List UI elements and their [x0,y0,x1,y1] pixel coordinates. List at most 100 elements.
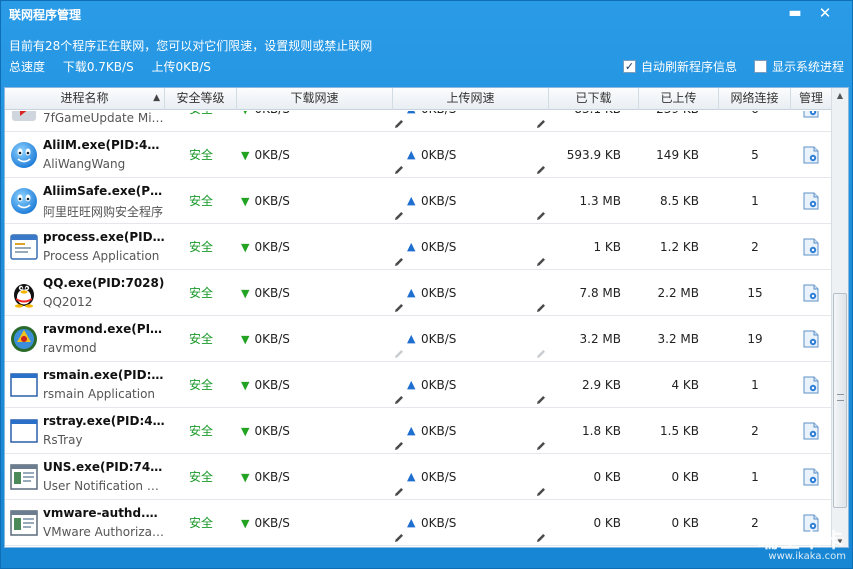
upload-arrow-icon: ▲ [407,469,416,483]
manage-settings-icon[interactable] [803,111,819,118]
edit-download-limit-pencil-icon[interactable] [393,333,405,358]
manage-settings-icon[interactable] [803,468,819,486]
download-arrow-icon: ▼ [241,516,250,530]
auto-refresh-checkbox[interactable]: ✓ 自动刷新程序信息 [623,58,737,75]
close-button[interactable]: ✕ [814,4,836,24]
process-description: 7fGameUpdate Mic... [43,111,165,125]
edit-upload-limit-pencil-icon[interactable] [535,241,547,266]
download-arrow-icon: ▼ [241,424,250,438]
show-system-checkbox[interactable]: 显示系统进程 [754,58,844,75]
minimize-icon: ▬ [788,5,802,21]
download-arrow-icon: ▼ [241,378,250,392]
game-icon [9,111,39,124]
connection-count: 5 [751,147,759,162]
process-name-cell: 7fGameUpdate Mic...7fGameUpdate Mic... [5,111,165,132]
manage-settings-icon[interactable] [803,376,819,394]
manage-cell [791,132,831,178]
process-description: VMware Authorizat... [43,524,165,539]
scroll-up-icon[interactable]: ▲ [832,88,848,104]
table-row[interactable]: AliIM.exe(PID:4624) AliWangWang 安全 ▼ 0KB/S ▲ 0… [5,132,831,178]
manage-settings-icon[interactable] [803,284,819,302]
manage-cell [791,408,831,454]
download-speed-cell: ▼ 0KB/S [237,316,393,362]
column-header-name[interactable]: 进程名称 ▲ [5,88,165,110]
manage-settings-icon[interactable] [803,192,819,210]
download-speed-cell: ▼ 0KB/S [237,111,393,132]
security-level: 安全 [188,193,213,208]
downloaded-total: 7.8 MB [579,285,621,300]
table-row[interactable]: UNS.exe(PID:7448) User Notification S... 安… [5,454,831,500]
network-program-manager-window: 联网程序管理 ▬ ✕ 目前有28个程序正在联网，您可以对它们限速，设置规则或禁止… [0,0,853,569]
vertical-scrollbar[interactable]: ▲ ▼ [831,88,848,547]
edit-download-limit-pencil-icon[interactable] [393,195,405,220]
edit-download-limit-pencil-icon[interactable] [393,425,405,450]
edit-upload-limit-pencil-icon[interactable] [535,425,547,450]
downloaded-total: 3.2 MB [579,331,621,346]
service-window-icon [9,462,39,492]
edit-download-limit-pencil-icon[interactable] [393,111,405,128]
column-header-downloaded[interactable]: 已下载 [549,88,639,110]
download-speed-cell: ▼ 0KB/S [237,178,393,224]
column-header-uploaded[interactable]: 已上传 [639,88,719,110]
column-header-download-speed[interactable]: 下载网速 [237,88,393,110]
table-row[interactable]: AliimSafe.exe(PID:...阿里旺旺网购安全程序安全▼0KB/S▲… [5,178,831,224]
download-speed: 0KB/S [254,239,290,254]
process-name: vmware-authd.exe... [43,505,165,520]
manage-cell [791,454,831,500]
download-total: 下载0.7KB/S [62,60,134,74]
column-header-connections[interactable]: 网络连接 [719,88,791,110]
uploaded-total: 1.5 KB [660,423,699,438]
process-name: ravmond.exe(PID:... [43,321,165,336]
edit-download-limit-pencil-icon[interactable] [393,379,405,404]
scroll-thumb[interactable] [833,293,847,508]
table-row[interactable]: rstray.exe(PID:4584) RsTray 安全 ▼ 0KB/S ▲ 0KB/S… [5,408,831,454]
edit-download-limit-pencil-icon[interactable] [393,149,405,174]
edit-upload-limit-pencil-icon[interactable] [535,149,547,174]
manage-cell [791,316,831,362]
manage-settings-icon[interactable] [803,238,819,256]
table-row[interactable]: vmware-authd.exe... VMware Authorizat... 安… [5,500,831,546]
process-name: process.exe(PID:7... [43,229,165,244]
manage-settings-icon[interactable] [803,330,819,348]
table-row[interactable]: ravmond.exe(PID:... ravmond 安全 ▼ 0KB/S ▲ 0KB/S… [5,316,831,362]
edit-upload-limit-pencil-icon[interactable] [535,517,547,542]
security-level: 安全 [188,285,213,300]
total-speed-label: 总速度 [9,60,46,74]
process-description: AliWangWang [43,156,126,171]
column-header-upload-speed[interactable]: 上传网速 [393,88,549,110]
edit-upload-limit-pencil-icon[interactable] [535,379,547,404]
download-speed: 0KB/S [254,147,290,162]
table-row[interactable]: QQ.exe(PID:7028) QQ2012 安全 ▼ 0KB/S ▲ 0KB/S 7.8 … [5,270,831,316]
manage-settings-icon[interactable] [803,146,819,164]
upload-speed: 0KB/S [421,147,457,162]
table-row[interactable]: 7fGameUpdate Mic...7fGameUpdate Mic...安全… [5,111,831,132]
edit-download-limit-pencil-icon[interactable] [393,287,405,312]
upload-speed: 0KB/S [421,515,457,530]
security-level: 安全 [188,377,213,392]
uploaded-total: 0 KB [671,515,699,530]
manage-settings-icon[interactable] [803,422,819,440]
edit-upload-limit-pencil-icon[interactable] [535,333,547,358]
process-description: QQ2012 [43,294,93,309]
edit-download-limit-pencil-icon[interactable] [393,517,405,542]
minimize-button[interactable]: ▬ [784,4,806,24]
rising-antivirus-icon [9,324,39,354]
download-speed-cell: ▼ 0KB/S [237,362,393,408]
edit-download-limit-pencil-icon[interactable] [393,471,405,496]
download-speed: 0KB/S [254,331,290,346]
process-name: AliimSafe.exe(PID:... [43,183,165,198]
table-row[interactable]: process.exe(PID:7... Process Application 安… [5,224,831,270]
process-name: UNS.exe(PID:7448) [43,459,165,474]
upload-speed-cell: ▲ 0KB/S [393,224,549,270]
process-name-cell: AliimSafe.exe(PID:... 阿里旺旺网购安全程序 [5,178,165,224]
edit-upload-limit-pencil-icon[interactable] [535,471,547,496]
uploaded-total: 2.2 MB [657,285,699,300]
column-header-level[interactable]: 安全等级 [165,88,237,110]
edit-upload-limit-pencil-icon[interactable] [535,111,547,128]
edit-upload-limit-pencil-icon[interactable] [535,195,547,220]
download-speed: 0KB/S [254,469,290,484]
edit-download-limit-pencil-icon[interactable] [393,241,405,266]
edit-upload-limit-pencil-icon[interactable] [535,287,547,312]
table-row[interactable]: rsmain.exe(PID:62... rsmain Application 安全… [5,362,831,408]
column-header-manage[interactable]: 管理 [791,88,831,110]
